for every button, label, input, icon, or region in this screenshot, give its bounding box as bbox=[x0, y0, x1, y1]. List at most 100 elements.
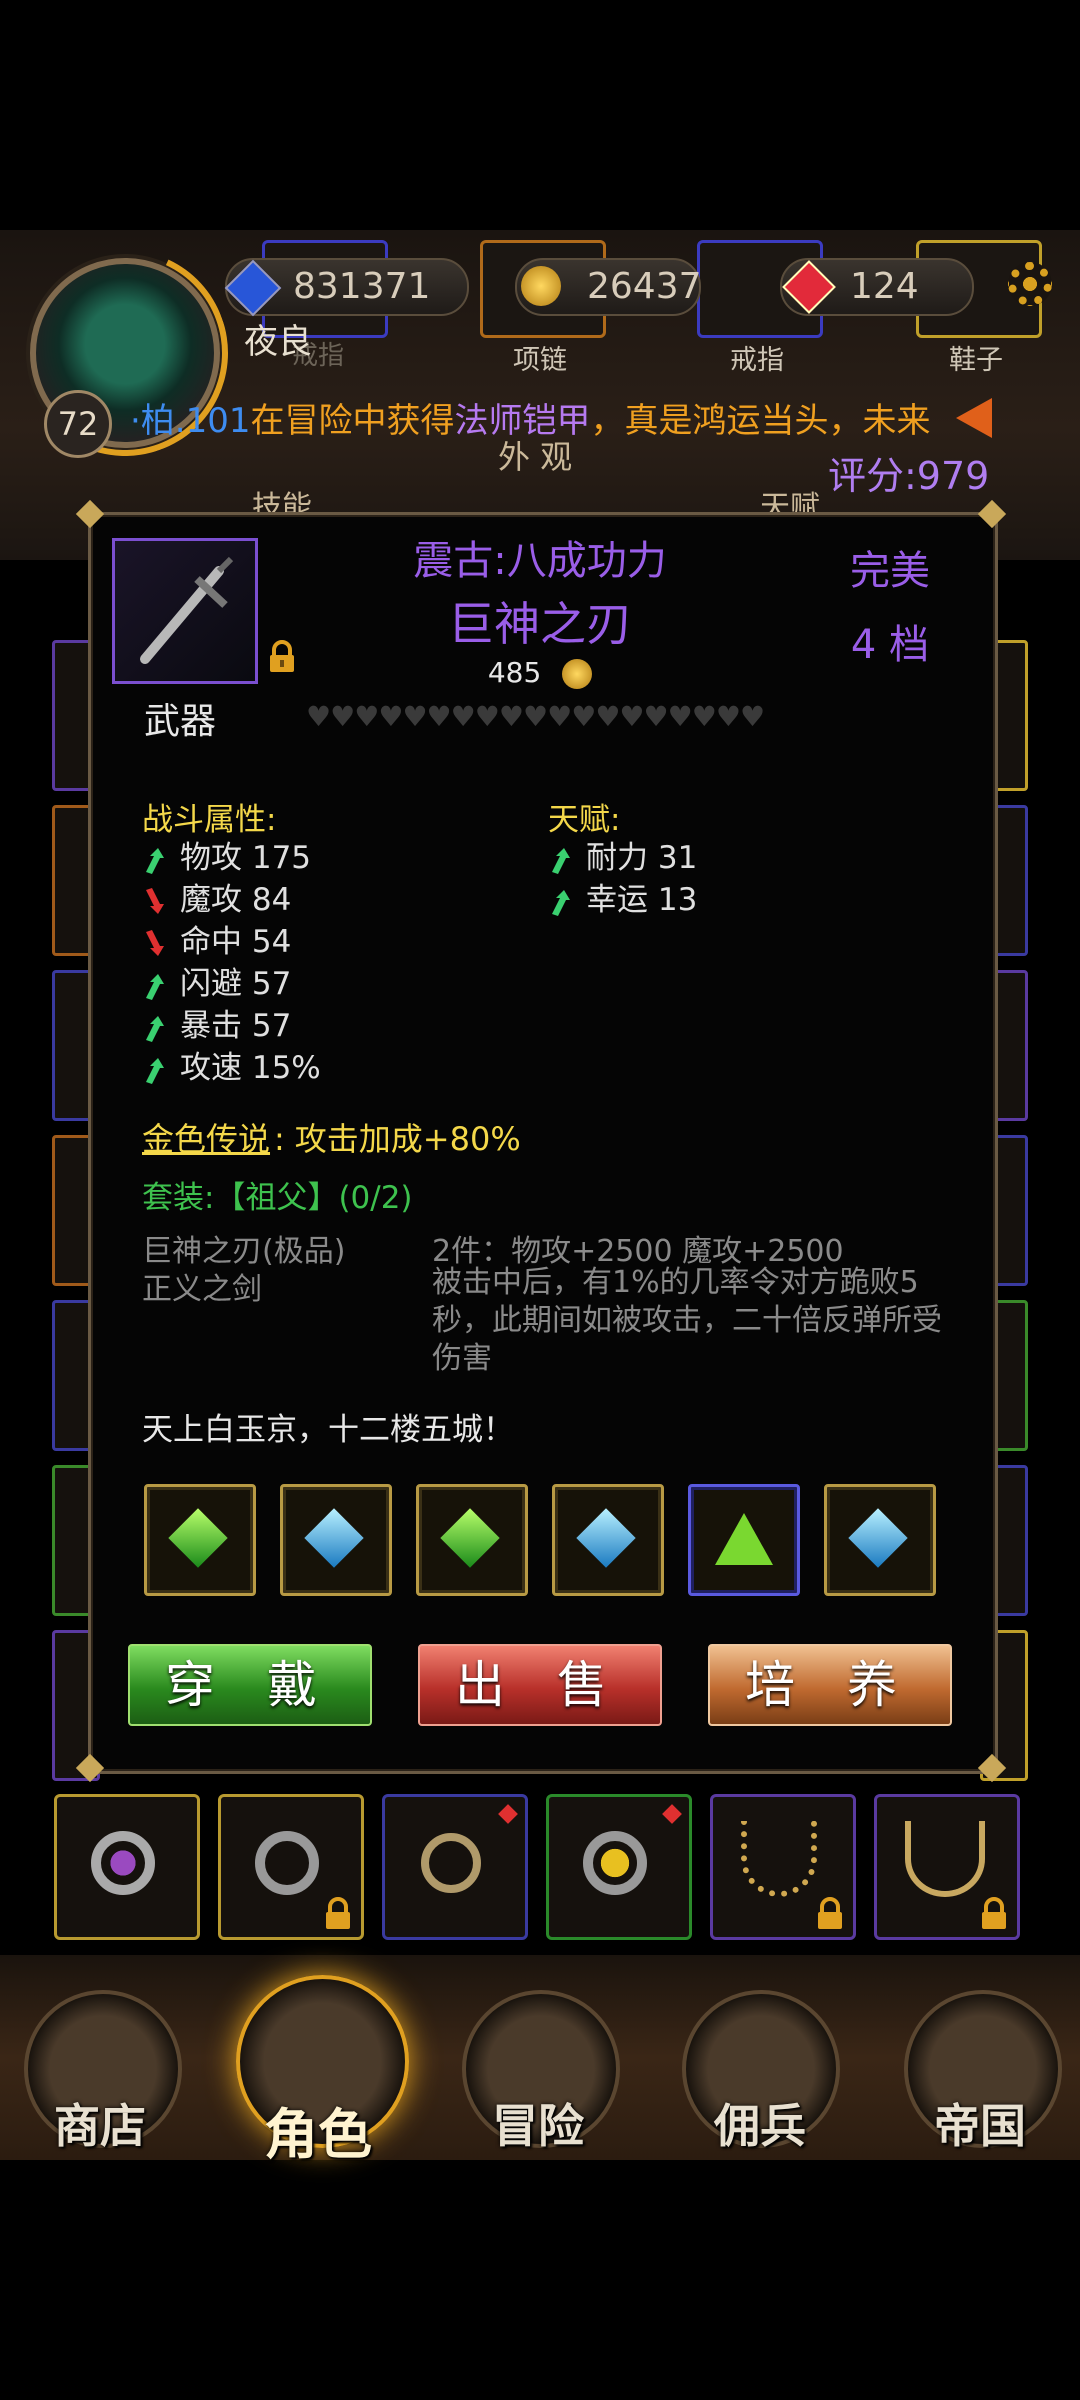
item-icon bbox=[112, 538, 258, 684]
stat-row: 暴击 57 bbox=[142, 1006, 291, 1046]
ticker-text1: 在冒险中获得 bbox=[250, 401, 455, 441]
legend-line: 金色传说: 攻击加成+80% bbox=[142, 1114, 521, 1160]
arrow-up-icon bbox=[142, 1008, 180, 1044]
heart-icon: ♥ bbox=[691, 700, 717, 733]
legend-effect: 攻击加成+80% bbox=[294, 1120, 521, 1158]
stat-value: 命中 54 bbox=[180, 924, 292, 960]
heart-icon: ♥ bbox=[619, 700, 644, 733]
heart-icon: ♥ bbox=[739, 700, 765, 733]
heart-icon: ♥ bbox=[643, 700, 669, 733]
item-price: 485 bbox=[300, 656, 780, 689]
arrow-down-icon bbox=[142, 882, 180, 918]
score-label: 评分:979 bbox=[828, 454, 990, 498]
green-triangle-gem-icon bbox=[715, 1513, 773, 1565]
gem-socket-4[interactable] bbox=[552, 1484, 664, 1596]
winged-necklace-icon bbox=[905, 1821, 985, 1897]
sell-button[interactable]: 出 售 bbox=[418, 1644, 662, 1726]
lock-icon bbox=[982, 1897, 1006, 1929]
ring-icon bbox=[91, 1831, 155, 1895]
upgrade-button[interactable]: 培 养 bbox=[708, 1644, 952, 1726]
inventory-slot-necklace-gold[interactable] bbox=[710, 1794, 856, 1940]
set-member-2: 正义之剑 bbox=[142, 1272, 262, 1307]
inventory-slot-ring-yellow[interactable] bbox=[546, 1794, 692, 1940]
inventory-slot-necklace-wing[interactable] bbox=[874, 1794, 1020, 1940]
currency-blue: 831371 bbox=[224, 258, 469, 317]
heart-icon: ♥ bbox=[498, 700, 524, 733]
equip-slot-ring-label: 戒指 bbox=[730, 345, 784, 376]
green-gem-icon bbox=[440, 1508, 500, 1568]
item-slot-type: 武器 bbox=[144, 701, 217, 742]
equip-button[interactable]: 穿 戴 bbox=[128, 1644, 372, 1726]
combat-stats-title: 战斗属性: bbox=[142, 802, 277, 838]
arrow-up-icon bbox=[142, 966, 180, 1002]
stat-value: 魔攻 84 bbox=[180, 882, 292, 918]
legend-colon: : bbox=[274, 1120, 285, 1158]
heart-icon: ♥ bbox=[571, 700, 596, 733]
heart-icon: ♥ bbox=[667, 700, 693, 733]
new-badge-icon bbox=[662, 1804, 682, 1824]
nav-character-label[interactable]: 角色 bbox=[238, 2090, 398, 2169]
stat-value: 暴击 57 bbox=[180, 1008, 292, 1044]
gem-socket-2[interactable] bbox=[280, 1484, 392, 1596]
set-header: 套装:【祖父】(0/2) bbox=[142, 1180, 413, 1216]
megaphone-icon[interactable] bbox=[956, 398, 992, 438]
ring-icon bbox=[583, 1831, 647, 1895]
nav-shop-label[interactable]: 商店 bbox=[20, 2090, 180, 2156]
inventory-slot-ring-silver[interactable] bbox=[218, 1794, 364, 1940]
arrow-up-icon bbox=[548, 840, 586, 876]
heart-icon: ♥ bbox=[522, 700, 548, 733]
lock-icon bbox=[326, 1897, 350, 1929]
gem-socket-3[interactable] bbox=[416, 1484, 528, 1596]
item-price-value: 485 bbox=[487, 656, 542, 689]
heart-icon: ♥ bbox=[402, 700, 427, 733]
cyan-gem-icon bbox=[848, 1508, 908, 1568]
stat-value: 闪避 57 bbox=[180, 966, 292, 1002]
settings-gear-icon[interactable] bbox=[1008, 262, 1052, 306]
stat-value: 物攻 175 bbox=[180, 840, 312, 876]
stat-row: 物攻 175 bbox=[142, 838, 311, 878]
new-badge-icon bbox=[498, 1804, 518, 1824]
lock-icon bbox=[818, 1897, 842, 1929]
flavor-text: 天上白玉京，十二楼五城！ bbox=[142, 1412, 514, 1448]
stat-row: 魔攻 84 bbox=[142, 880, 291, 920]
equip-slot-shoes-label: 鞋子 bbox=[949, 345, 1003, 376]
cyan-gem-icon bbox=[576, 1508, 636, 1568]
nav-mercenary-label[interactable]: 佣兵 bbox=[680, 2090, 840, 2156]
item-grade: 4 档 bbox=[850, 622, 930, 668]
currency-gold-value: 26437 bbox=[587, 266, 702, 307]
arrow-up-icon bbox=[142, 840, 180, 876]
currency-blue-value: 831371 bbox=[293, 266, 431, 307]
stat-row: 攻速 15% bbox=[142, 1048, 321, 1088]
arrow-up-icon bbox=[548, 882, 586, 918]
heart-icon: ♥ bbox=[715, 700, 741, 733]
currency-red-value: 124 bbox=[850, 266, 919, 307]
arrow-up-icon bbox=[142, 1050, 180, 1086]
currency-gold: 26437 bbox=[515, 258, 702, 316]
lock-icon[interactable] bbox=[265, 640, 299, 678]
heart-icon: ♥ bbox=[450, 700, 476, 733]
blue-crystal-icon bbox=[224, 259, 282, 317]
currency-red: 124 bbox=[780, 258, 974, 316]
arrow-down-icon bbox=[142, 924, 180, 960]
inventory-slot-ring-purple[interactable] bbox=[54, 1794, 200, 1940]
ring-icon bbox=[255, 1831, 319, 1895]
legend-label: 金色传说 bbox=[142, 1120, 271, 1158]
item-name: 巨神之刃 bbox=[448, 597, 632, 651]
necklace-icon bbox=[741, 1821, 817, 1897]
stat-row: 闪避 57 bbox=[142, 964, 291, 1004]
gold-coin-icon bbox=[521, 266, 561, 306]
tab-appearance[interactable]: 外 观 bbox=[498, 432, 572, 478]
gem-socket-5[interactable] bbox=[688, 1484, 800, 1596]
gem-socket-1[interactable] bbox=[144, 1484, 256, 1596]
heart-icon: ♥ bbox=[306, 700, 331, 733]
item-title-prefix: 震古:八成功力 bbox=[413, 538, 667, 584]
inventory-slot-ring-gold[interactable] bbox=[382, 1794, 528, 1940]
nav-empire-label[interactable]: 帝国 bbox=[900, 2090, 1060, 2156]
nav-adventure-label[interactable]: 冒险 bbox=[458, 2090, 618, 2156]
equip-slot-necklace-label: 项链 bbox=[513, 345, 567, 376]
heart-icon: ♥ bbox=[547, 700, 572, 733]
heart-icon: ♥ bbox=[426, 700, 452, 733]
talent-title: 天赋: bbox=[548, 802, 621, 838]
gold-coin-icon bbox=[562, 659, 593, 689]
gem-socket-6[interactable] bbox=[824, 1484, 936, 1596]
